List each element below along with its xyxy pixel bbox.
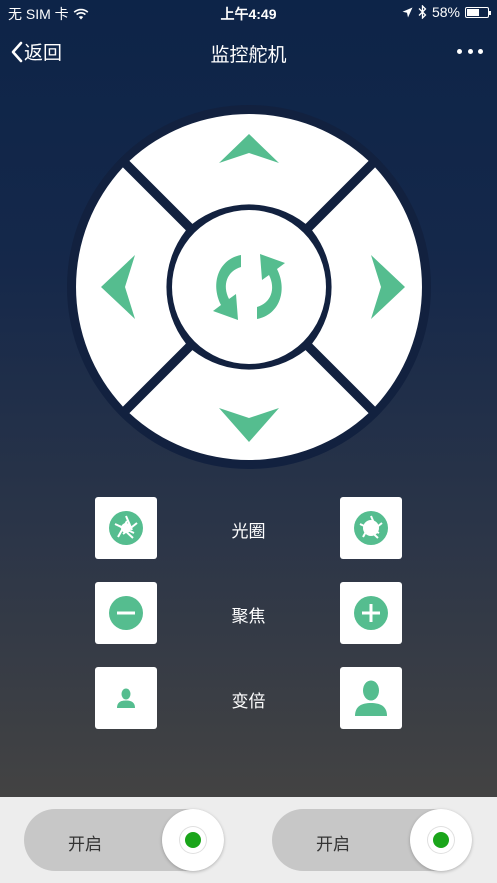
focus-row: 聚焦 — [95, 582, 402, 644]
zoom-row: 变倍 — [95, 667, 402, 729]
status-bar: 无 SIM 卡 上午4:49 58% — [0, 0, 497, 26]
bluetooth-icon — [418, 5, 427, 19]
page-title: 监控舵机 — [210, 45, 287, 66]
aperture-row: 光圈 — [95, 497, 402, 559]
toggle-switch-1[interactable]: 开启 — [24, 809, 224, 871]
more-icon — [457, 48, 462, 54]
zoom-in-button[interactable] — [340, 667, 402, 729]
toggle-knob-2[interactable] — [410, 809, 472, 871]
focus-increase-button[interactable] — [340, 582, 402, 644]
plus-icon — [354, 596, 388, 630]
bottom-bar: 开启 开启 — [0, 797, 497, 883]
aperture-icon — [354, 511, 388, 545]
battery-icon — [465, 6, 491, 18]
toggle-label-2: 开启 — [316, 835, 350, 854]
toggle-knob-1[interactable] — [162, 809, 224, 871]
battery-percent: 58% — [431, 4, 460, 20]
toggle-switch-2[interactable]: 开启 — [272, 809, 472, 871]
aperture-increase-button[interactable] — [340, 497, 402, 559]
nav-bar: 返回 监控舵机 — [0, 30, 497, 74]
dpad-center-button[interactable] — [172, 210, 326, 364]
status-right: 58% — [402, 4, 491, 20]
dpad-controller — [67, 105, 431, 469]
person-large-icon — [355, 680, 387, 716]
more-button[interactable] — [457, 40, 483, 62]
status-dot-icon — [433, 832, 449, 848]
toggle-label-1: 开启 — [68, 835, 102, 854]
status-dot-icon — [185, 832, 201, 848]
location-arrow-icon — [402, 7, 413, 17]
